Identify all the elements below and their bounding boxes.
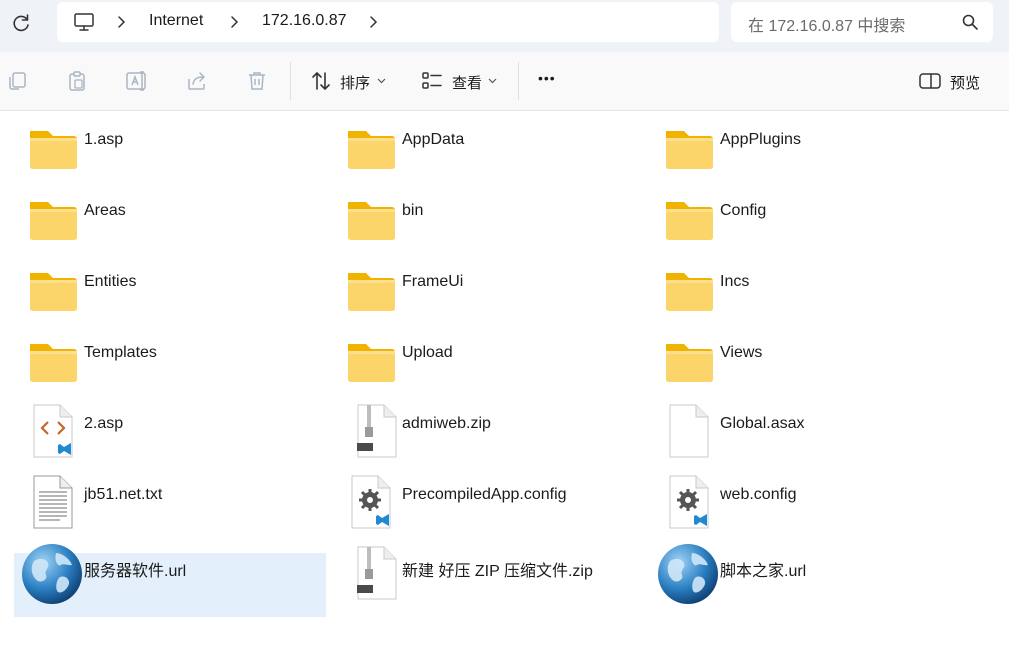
preview-pane-icon[interactable]	[918, 69, 942, 93]
file-item[interactable]: Global.asax	[650, 401, 962, 463]
share-icon[interactable]	[185, 69, 209, 93]
breadcrumb-internet[interactable]: Internet	[149, 12, 203, 30]
chevron-down-icon[interactable]	[488, 78, 497, 84]
file-name: Areas	[84, 202, 126, 219]
zip-icon	[338, 401, 402, 463]
computer-icon	[74, 13, 94, 31]
text-icon	[20, 472, 84, 534]
file-name: 2.asp	[84, 415, 124, 432]
chevron-right-icon[interactable]	[115, 14, 127, 30]
file-item[interactable]: jb51.net.txt	[14, 472, 326, 534]
address-strip: Internet 172.16.0.87 在 172.16.0.87 中搜索	[0, 0, 1009, 52]
file-item[interactable]: bin	[332, 188, 644, 250]
folder-icon	[656, 117, 720, 179]
paste-icon[interactable]	[65, 69, 89, 93]
view-button[interactable]: 查看	[452, 72, 482, 93]
folder-icon	[20, 188, 84, 250]
folder-icon	[338, 259, 402, 321]
breadcrumb-host[interactable]: 172.16.0.87	[262, 12, 347, 30]
config-icon	[656, 472, 720, 534]
more-options-button[interactable]: •••	[538, 70, 556, 86]
file-item[interactable]: Config	[650, 188, 962, 250]
command-bar: 排序 查看 ••• 预览	[0, 52, 1009, 111]
delete-icon[interactable]	[245, 69, 269, 93]
code-icon	[20, 401, 84, 463]
file-item[interactable]: Areas	[14, 188, 326, 250]
file-name: 服务器软件.url	[84, 563, 187, 580]
sort-button[interactable]: 排序	[340, 72, 370, 93]
file-item[interactable]: 新建 好压 ZIP 压缩文件.zip	[332, 543, 644, 605]
file-name: AppData	[402, 131, 465, 148]
file-name: bin	[402, 202, 424, 219]
refresh-icon[interactable]	[10, 12, 32, 34]
file-item[interactable]: 1.asp	[14, 117, 326, 179]
folder-icon	[338, 188, 402, 250]
file-item[interactable]: admiweb.zip	[332, 401, 644, 463]
file-name: Config	[720, 202, 767, 219]
view-icon[interactable]	[420, 69, 444, 93]
folder-icon	[656, 259, 720, 321]
file-name: PrecompiledApp.config	[402, 486, 567, 503]
toolbar-divider	[518, 62, 519, 100]
file-name: 脚本之家.url	[720, 563, 807, 580]
file-item[interactable]: Entities	[14, 259, 326, 321]
search-icon[interactable]	[961, 13, 979, 31]
file-name: Incs	[720, 273, 750, 290]
file-name: jb51.net.txt	[84, 486, 163, 503]
search-box[interactable]: 在 172.16.0.87 中搜索	[731, 2, 993, 42]
rename-icon[interactable]	[125, 69, 149, 93]
folder-icon	[20, 330, 84, 392]
blank-icon	[656, 401, 720, 463]
file-item[interactable]: Views	[650, 330, 962, 392]
file-name: Views	[720, 344, 763, 361]
file-name: Entities	[84, 273, 137, 290]
folder-icon	[338, 330, 402, 392]
file-name: admiweb.zip	[402, 415, 491, 432]
file-item[interactable]: web.config	[650, 472, 962, 534]
zip-icon	[338, 543, 402, 605]
file-item[interactable]: AppData	[332, 117, 644, 179]
search-placeholder: 在 172.16.0.87 中搜索	[748, 18, 906, 35]
address-bar[interactable]: Internet 172.16.0.87	[57, 2, 719, 42]
file-item[interactable]: PrecompiledApp.config	[332, 472, 644, 534]
file-item[interactable]: 服务器软件.url	[14, 544, 326, 617]
file-name: FrameUi	[402, 273, 464, 290]
file-item[interactable]: Templates	[14, 330, 326, 392]
file-name: Upload	[402, 344, 453, 361]
folder-icon	[656, 330, 720, 392]
config-icon	[338, 472, 402, 534]
file-item[interactable]: Incs	[650, 259, 962, 321]
folder-icon	[20, 117, 84, 179]
chevron-down-icon[interactable]	[377, 78, 386, 84]
url-icon	[656, 543, 720, 605]
url-icon	[20, 543, 84, 605]
file-item[interactable]: Upload	[332, 330, 644, 392]
folder-icon	[656, 188, 720, 250]
file-item[interactable]: 2.asp	[14, 401, 326, 463]
folder-icon	[20, 259, 84, 321]
file-name: Global.asax	[720, 415, 805, 432]
file-name: 新建 好压 ZIP 压缩文件.zip	[402, 563, 593, 580]
copy-icon[interactable]	[5, 69, 29, 93]
chevron-right-icon[interactable]	[228, 14, 240, 30]
preview-button[interactable]: 预览	[950, 72, 980, 93]
file-name: 1.asp	[84, 131, 124, 148]
file-item[interactable]: FrameUi	[332, 259, 644, 321]
file-item[interactable]: 脚本之家.url	[650, 543, 962, 605]
folder-icon	[338, 117, 402, 179]
chevron-right-icon[interactable]	[367, 14, 379, 30]
file-name: web.config	[720, 486, 797, 503]
sort-icon[interactable]	[309, 69, 333, 93]
file-name: Templates	[84, 344, 157, 361]
file-item[interactable]: AppPlugins	[650, 117, 962, 179]
toolbar-divider	[290, 62, 291, 100]
file-name: AppPlugins	[720, 131, 801, 148]
